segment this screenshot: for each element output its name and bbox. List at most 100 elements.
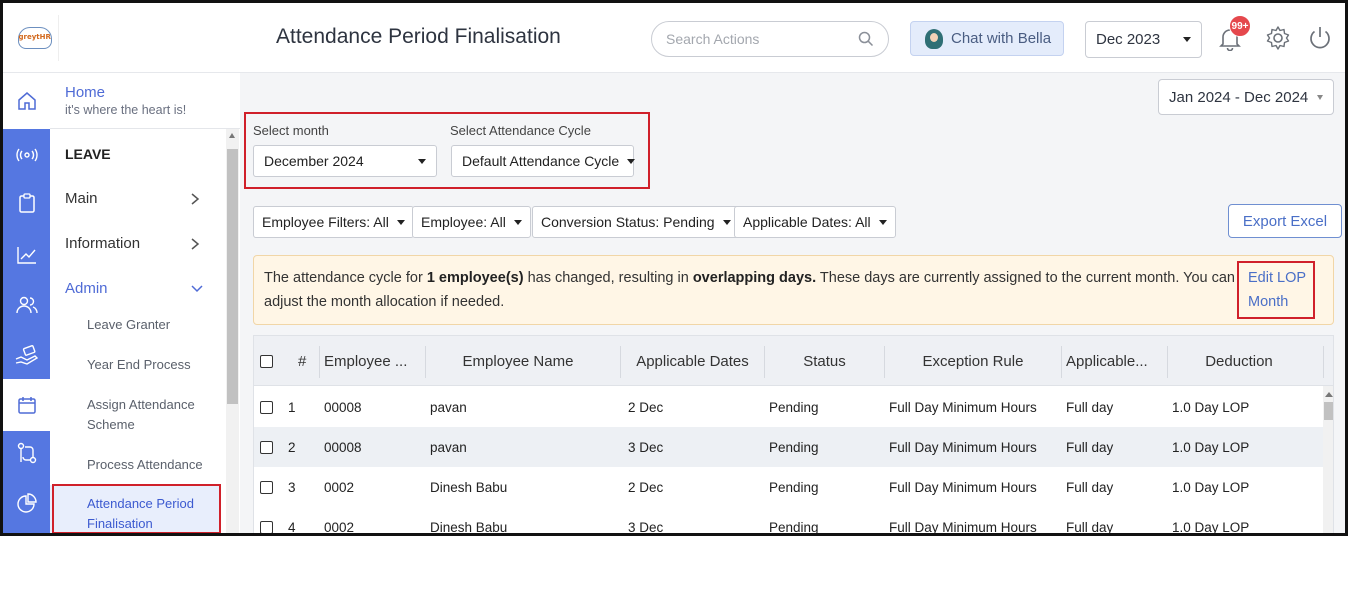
banner-emphasis: overlapping days. <box>692 270 817 286</box>
row-checkbox[interactable] <box>260 507 273 533</box>
checkbox[interactable] <box>260 440 273 454</box>
gear-icon[interactable] <box>1265 25 1291 51</box>
cell-applicable: Full day <box>1066 399 1114 415</box>
cell-applicable-dates: 2 Dec <box>628 399 664 415</box>
col-deduction[interactable]: Deduction <box>1168 336 1310 386</box>
row-checkbox[interactable] <box>260 467 273 507</box>
caret-down-icon <box>627 158 636 164</box>
col-applicable[interactable]: Applicable... <box>1066 336 1148 386</box>
nav-item-assign-attendance-scheme[interactable]: Assign Attendance Scheme <box>87 395 207 435</box>
clipboard-icon <box>18 193 35 213</box>
applicable-dates-dropdown[interactable]: Applicable Dates: All <box>734 206 896 238</box>
rail-broadcast[interactable] <box>3 131 50 179</box>
nav-item-year-end-process[interactable]: Year End Process <box>87 355 207 375</box>
cell-number: 2 <box>288 439 296 455</box>
col-applicable-dates[interactable]: Applicable Dates <box>621 336 764 386</box>
sidebar: Home it's where the heart is! LEAVE Main… <box>50 73 240 533</box>
rail-clipboard[interactable] <box>3 179 50 227</box>
attendance-cycle-dropdown[interactable]: Default Attendance Cycle <box>451 145 636 177</box>
search-input[interactable]: Search Actions <box>651 21 889 57</box>
table-row[interactable]: 3 0002 Dinesh Babu 2 Dec Pending Full Da… <box>254 467 1323 507</box>
cell-applicable: Full day <box>1066 439 1114 455</box>
search-placeholder: Search Actions <box>666 31 760 47</box>
period-select[interactable]: Dec 2023 <box>1085 21 1202 58</box>
nav-item-leave-granter[interactable]: Leave Granter <box>87 315 207 335</box>
checkbox[interactable] <box>260 354 273 368</box>
rail-home[interactable] <box>3 73 50 129</box>
cell-number: 3 <box>288 479 296 495</box>
cell-exception-rule: Full Day Minimum Hours <box>889 439 1037 455</box>
rail-workflow[interactable] <box>3 429 50 477</box>
cell-exception-rule: Full Day Minimum Hours <box>889 399 1037 415</box>
chart-icon <box>16 247 36 264</box>
employee-filters-dropdown[interactable]: Employee Filters: All <box>253 206 414 238</box>
select-month-dropdown[interactable]: December 2024 <box>253 145 437 177</box>
year-range-select[interactable]: Jan 2024 - Dec 2024 <box>1158 79 1334 115</box>
checkbox[interactable] <box>260 400 273 414</box>
nav-group-information[interactable]: Information <box>65 235 140 252</box>
rail-chart[interactable] <box>3 231 50 279</box>
home-icon <box>17 92 36 110</box>
main-content: Jan 2024 - Dec 2024 Select month Decembe… <box>240 73 1345 535</box>
nav-item-process-attendance[interactable]: Process Attendance <box>87 455 207 475</box>
col-status[interactable]: Status <box>765 336 884 386</box>
chevron-down-icon[interactable] <box>190 284 204 294</box>
cell-applicable: Full day <box>1066 519 1114 535</box>
cell-applicable-dates: 2 Dec <box>628 479 664 495</box>
conversion-status-dropdown[interactable]: Conversion Status: Pending <box>532 206 740 238</box>
attendance-cycle-value: Default Attendance Cycle <box>462 153 620 169</box>
scroll-up-arrow-icon[interactable] <box>229 133 235 138</box>
nav-group-admin[interactable]: Admin <box>65 280 108 297</box>
filter-label: Conversion Status: Pending <box>541 214 715 230</box>
scroll-up-arrow-icon[interactable] <box>1325 392 1333 397</box>
hand-money-icon <box>15 345 38 365</box>
cell-employee-id: 00008 <box>324 439 362 455</box>
filter-label: Employee: All <box>421 214 506 230</box>
scrollbar-thumb[interactable] <box>1324 402 1333 420</box>
cell-number: 1 <box>288 399 296 415</box>
chevron-right-icon[interactable] <box>190 237 200 251</box>
rail-reports[interactable] <box>3 479 50 527</box>
table-row[interactable]: 4 0002 Dinesh Babu 3 Dec Pending Full Da… <box>254 507 1323 535</box>
row-checkbox[interactable] <box>260 427 273 467</box>
col-number: # <box>298 352 307 370</box>
cell-employee-name: pavan <box>430 399 467 415</box>
logo[interactable]: greytHR <box>11 15 59 61</box>
cell-applicable-dates: 3 Dec <box>628 519 664 535</box>
chevron-right-icon[interactable] <box>190 192 200 206</box>
cell-status: Pending <box>769 399 819 415</box>
rail-calendar[interactable] <box>3 379 50 431</box>
cell-deduction: 1.0 Day LOP <box>1172 479 1250 495</box>
cell-employee-name: Dinesh Babu <box>430 519 508 535</box>
sidebar-scrollbar[interactable] <box>226 129 239 533</box>
export-excel-button[interactable]: Export Excel <box>1228 204 1342 238</box>
row-checkbox[interactable] <box>260 387 273 427</box>
scrollbar-thumb[interactable] <box>227 149 238 404</box>
nav-group-main[interactable]: Main <box>65 190 98 207</box>
caret-down-icon <box>878 219 887 225</box>
table-scrollbar[interactable] <box>1323 386 1333 533</box>
col-employee-id[interactable]: Employee ... <box>324 336 407 386</box>
table-row[interactable]: 1 00008 pavan 2 Dec Pending Full Day Min… <box>254 387 1323 427</box>
filter-label: Employee Filters: All <box>262 214 389 230</box>
col-exception-rule[interactable]: Exception Rule <box>885 336 1061 386</box>
notification-badge: 99+ <box>1229 15 1251 37</box>
nav-home-link[interactable]: Home <box>65 84 105 101</box>
rail-finance[interactable] <box>3 331 50 379</box>
cell-employee-name: Dinesh Babu <box>430 479 508 495</box>
checkbox[interactable] <box>260 480 273 494</box>
col-employee-name[interactable]: Employee Name <box>426 336 610 386</box>
rail-people[interactable] <box>3 281 50 329</box>
checkbox[interactable] <box>260 520 273 533</box>
chat-with-bella-button[interactable]: Chat with Bella <box>910 21 1064 56</box>
power-icon[interactable] <box>1306 24 1334 52</box>
period-value: Dec 2023 <box>1096 31 1161 48</box>
caret-down-icon <box>513 219 522 225</box>
bella-avatar-icon <box>925 28 943 49</box>
employee-dropdown[interactable]: Employee: All <box>412 206 531 238</box>
lop-table: # Employee ... Employee Name Applicable … <box>253 335 1334 535</box>
select-all-checkbox[interactable] <box>260 336 273 386</box>
select-month-label: Select month <box>253 123 329 138</box>
cell-employee-id: 00008 <box>324 399 362 415</box>
table-row[interactable]: 2 00008 pavan 3 Dec Pending Full Day Min… <box>254 427 1323 467</box>
